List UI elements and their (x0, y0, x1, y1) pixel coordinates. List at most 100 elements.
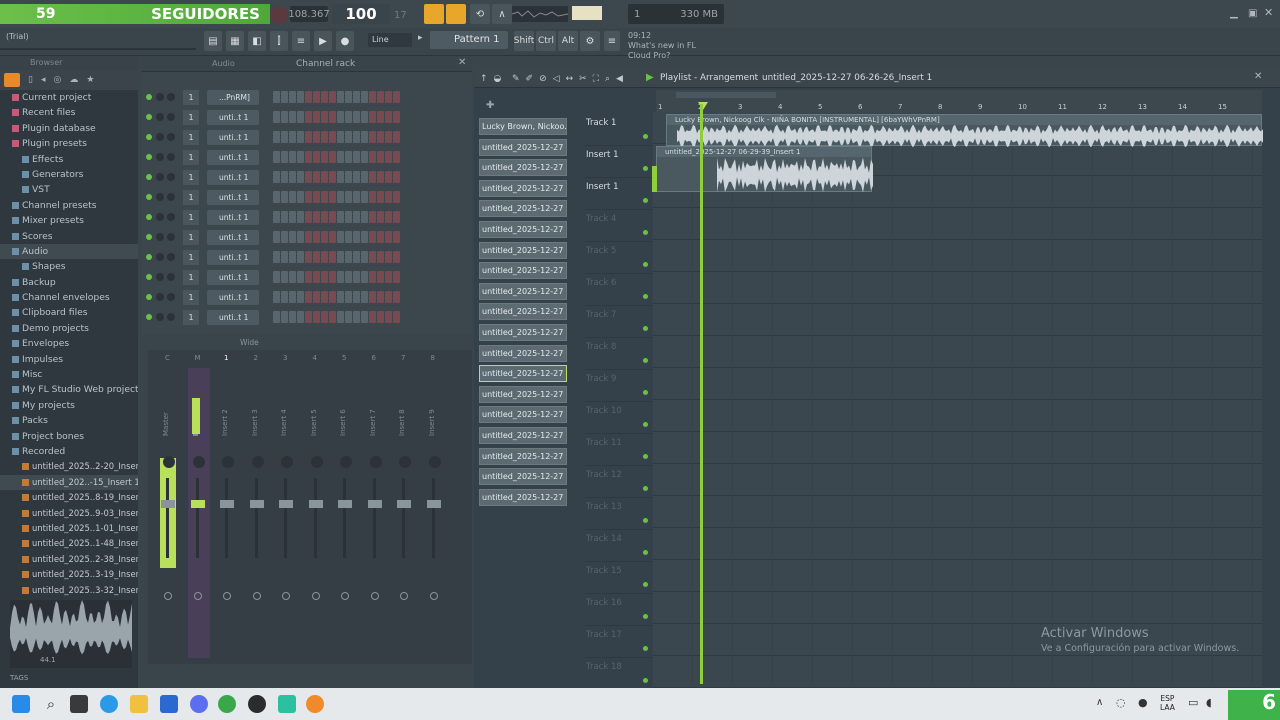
step-button[interactable] (289, 151, 296, 163)
volume-knob[interactable] (167, 213, 175, 221)
browser-file-icon[interactable]: ▯ (28, 75, 33, 85)
volume-knob[interactable] (167, 313, 175, 321)
file-explorer-icon[interactable] (130, 695, 148, 713)
step-button[interactable] (369, 311, 376, 323)
step-button[interactable] (393, 251, 400, 263)
tray-display-icon[interactable]: ▭ (1188, 696, 1198, 709)
track-mute-led[interactable] (643, 166, 648, 171)
pattern-item[interactable]: untitled_2025-12-27 06- (479, 427, 567, 444)
search-icon[interactable]: ⌕ (42, 695, 60, 713)
step-button[interactable] (361, 91, 368, 103)
step-button[interactable] (329, 251, 336, 263)
pattern-item[interactable]: untitled_2025-12-27 06- (479, 365, 567, 383)
step-button[interactable] (329, 131, 336, 143)
step-button[interactable] (297, 191, 304, 203)
play-icon[interactable]: ▶ (646, 72, 654, 83)
browser-item[interactable]: Envelopes (0, 336, 138, 351)
pattern-item[interactable]: Lucky Brown, Nickoo.. (479, 118, 567, 135)
step-button[interactable] (273, 191, 280, 203)
mixer-track-number[interactable]: 1 (183, 269, 199, 285)
step-button[interactable] (305, 231, 312, 243)
step-button[interactable] (273, 171, 280, 183)
step-button[interactable] (369, 151, 376, 163)
step-button[interactable] (353, 311, 360, 323)
track-mute-led[interactable] (643, 486, 648, 491)
language-indicator[interactable]: ESP LAA (1160, 694, 1175, 712)
step-button[interactable] (361, 151, 368, 163)
mixer-strip[interactable]: Insert 6 (335, 368, 357, 658)
tool-playback-icon[interactable]: ◀ (616, 74, 623, 84)
step-button[interactable] (281, 131, 288, 143)
step-button[interactable] (305, 171, 312, 183)
track-header[interactable]: Track 9 (584, 370, 652, 402)
step-button[interactable] (329, 91, 336, 103)
step-button[interactable] (329, 151, 336, 163)
step-button[interactable] (377, 311, 384, 323)
channel-led[interactable] (146, 214, 152, 220)
browser-item[interactable]: Mixer presets (0, 213, 138, 228)
step-button[interactable] (393, 291, 400, 303)
send-dot[interactable] (282, 592, 290, 600)
track-header[interactable]: Insert 1 (584, 178, 652, 210)
pan-knob[interactable] (156, 93, 164, 101)
track-mute-led[interactable] (643, 582, 648, 587)
fader-handle[interactable] (308, 500, 323, 508)
fader-handle[interactable] (279, 500, 293, 508)
step-button[interactable] (353, 251, 360, 263)
audio-clip-song[interactable]: Lucky Brown, Nickoog Clk - NIÑA BONITA [… (666, 114, 1263, 148)
step-button[interactable] (369, 211, 376, 223)
step-button[interactable] (321, 271, 328, 283)
snap-select[interactable]: Line (368, 33, 412, 47)
step-button[interactable] (361, 111, 368, 123)
mixer-track-number[interactable]: 1 (183, 249, 199, 265)
channel-row[interactable]: 1 unti..t 1 (146, 108, 401, 126)
pattern-item[interactable]: untitled_2025-12-27 06- (479, 282, 567, 300)
close-icon[interactable]: ✕ (1264, 6, 1273, 19)
step-button[interactable] (297, 251, 304, 263)
send-dot[interactable] (311, 592, 320, 600)
step-button[interactable] (273, 251, 280, 263)
channel-name[interactable]: unti..t 1 (207, 269, 259, 285)
prev-pattern-icon[interactable]: ▸ (418, 33, 428, 47)
browser-item[interactable]: Demo projects (0, 321, 138, 336)
step-button[interactable] (281, 311, 288, 323)
shift-button[interactable]: Shift (514, 31, 534, 51)
step-button[interactable] (393, 211, 400, 223)
tool-mute-icon[interactable]: ◁ (553, 74, 560, 84)
fl-studio-icon[interactable] (306, 695, 324, 713)
browser-plus-icon[interactable] (4, 73, 20, 87)
step-button[interactable] (273, 91, 280, 103)
browser-item[interactable]: My projects (0, 398, 138, 413)
step-button[interactable] (321, 151, 328, 163)
pattern-item[interactable]: untitled_2025-12-27 06- (479, 447, 567, 465)
minimize-icon[interactable]: ▁ (1230, 8, 1238, 19)
discord-icon[interactable] (190, 695, 208, 713)
step-button[interactable] (337, 191, 344, 203)
step-button[interactable] (377, 171, 384, 183)
browser-item[interactable]: Plugin database (0, 121, 138, 136)
step-button[interactable] (313, 151, 320, 163)
tool-slip-icon[interactable]: ↔ (566, 74, 574, 84)
pattern-item[interactable]: untitled_2025-12-27 06- (479, 200, 567, 218)
track-header[interactable]: Track 11 (584, 434, 652, 466)
fader-handle[interactable] (367, 500, 382, 508)
channel-name[interactable]: unti..t 1 (207, 169, 259, 185)
step-button[interactable] (385, 271, 392, 283)
ctrl-button[interactable]: Ctrl (536, 31, 556, 51)
tool-pencil-icon[interactable]: ✎ (512, 74, 520, 84)
pan-knob[interactable] (163, 456, 175, 468)
pan-knob[interactable] (399, 456, 411, 468)
step-button[interactable] (289, 271, 296, 283)
send-dot[interactable] (223, 592, 231, 600)
step-button[interactable] (289, 231, 296, 243)
piano-roll-icon[interactable]: ▦ (226, 31, 244, 51)
step-button[interactable] (361, 131, 368, 143)
mixer-track-number[interactable]: 1 (183, 209, 199, 225)
track-header[interactable]: Track 16 (584, 594, 652, 626)
step-button[interactable] (305, 191, 312, 203)
step-button[interactable] (337, 291, 344, 303)
step-button[interactable] (313, 211, 320, 223)
pan-knob[interactable] (310, 456, 323, 468)
fader-handle[interactable] (249, 500, 264, 508)
browser-item[interactable]: Impulses (0, 352, 138, 367)
